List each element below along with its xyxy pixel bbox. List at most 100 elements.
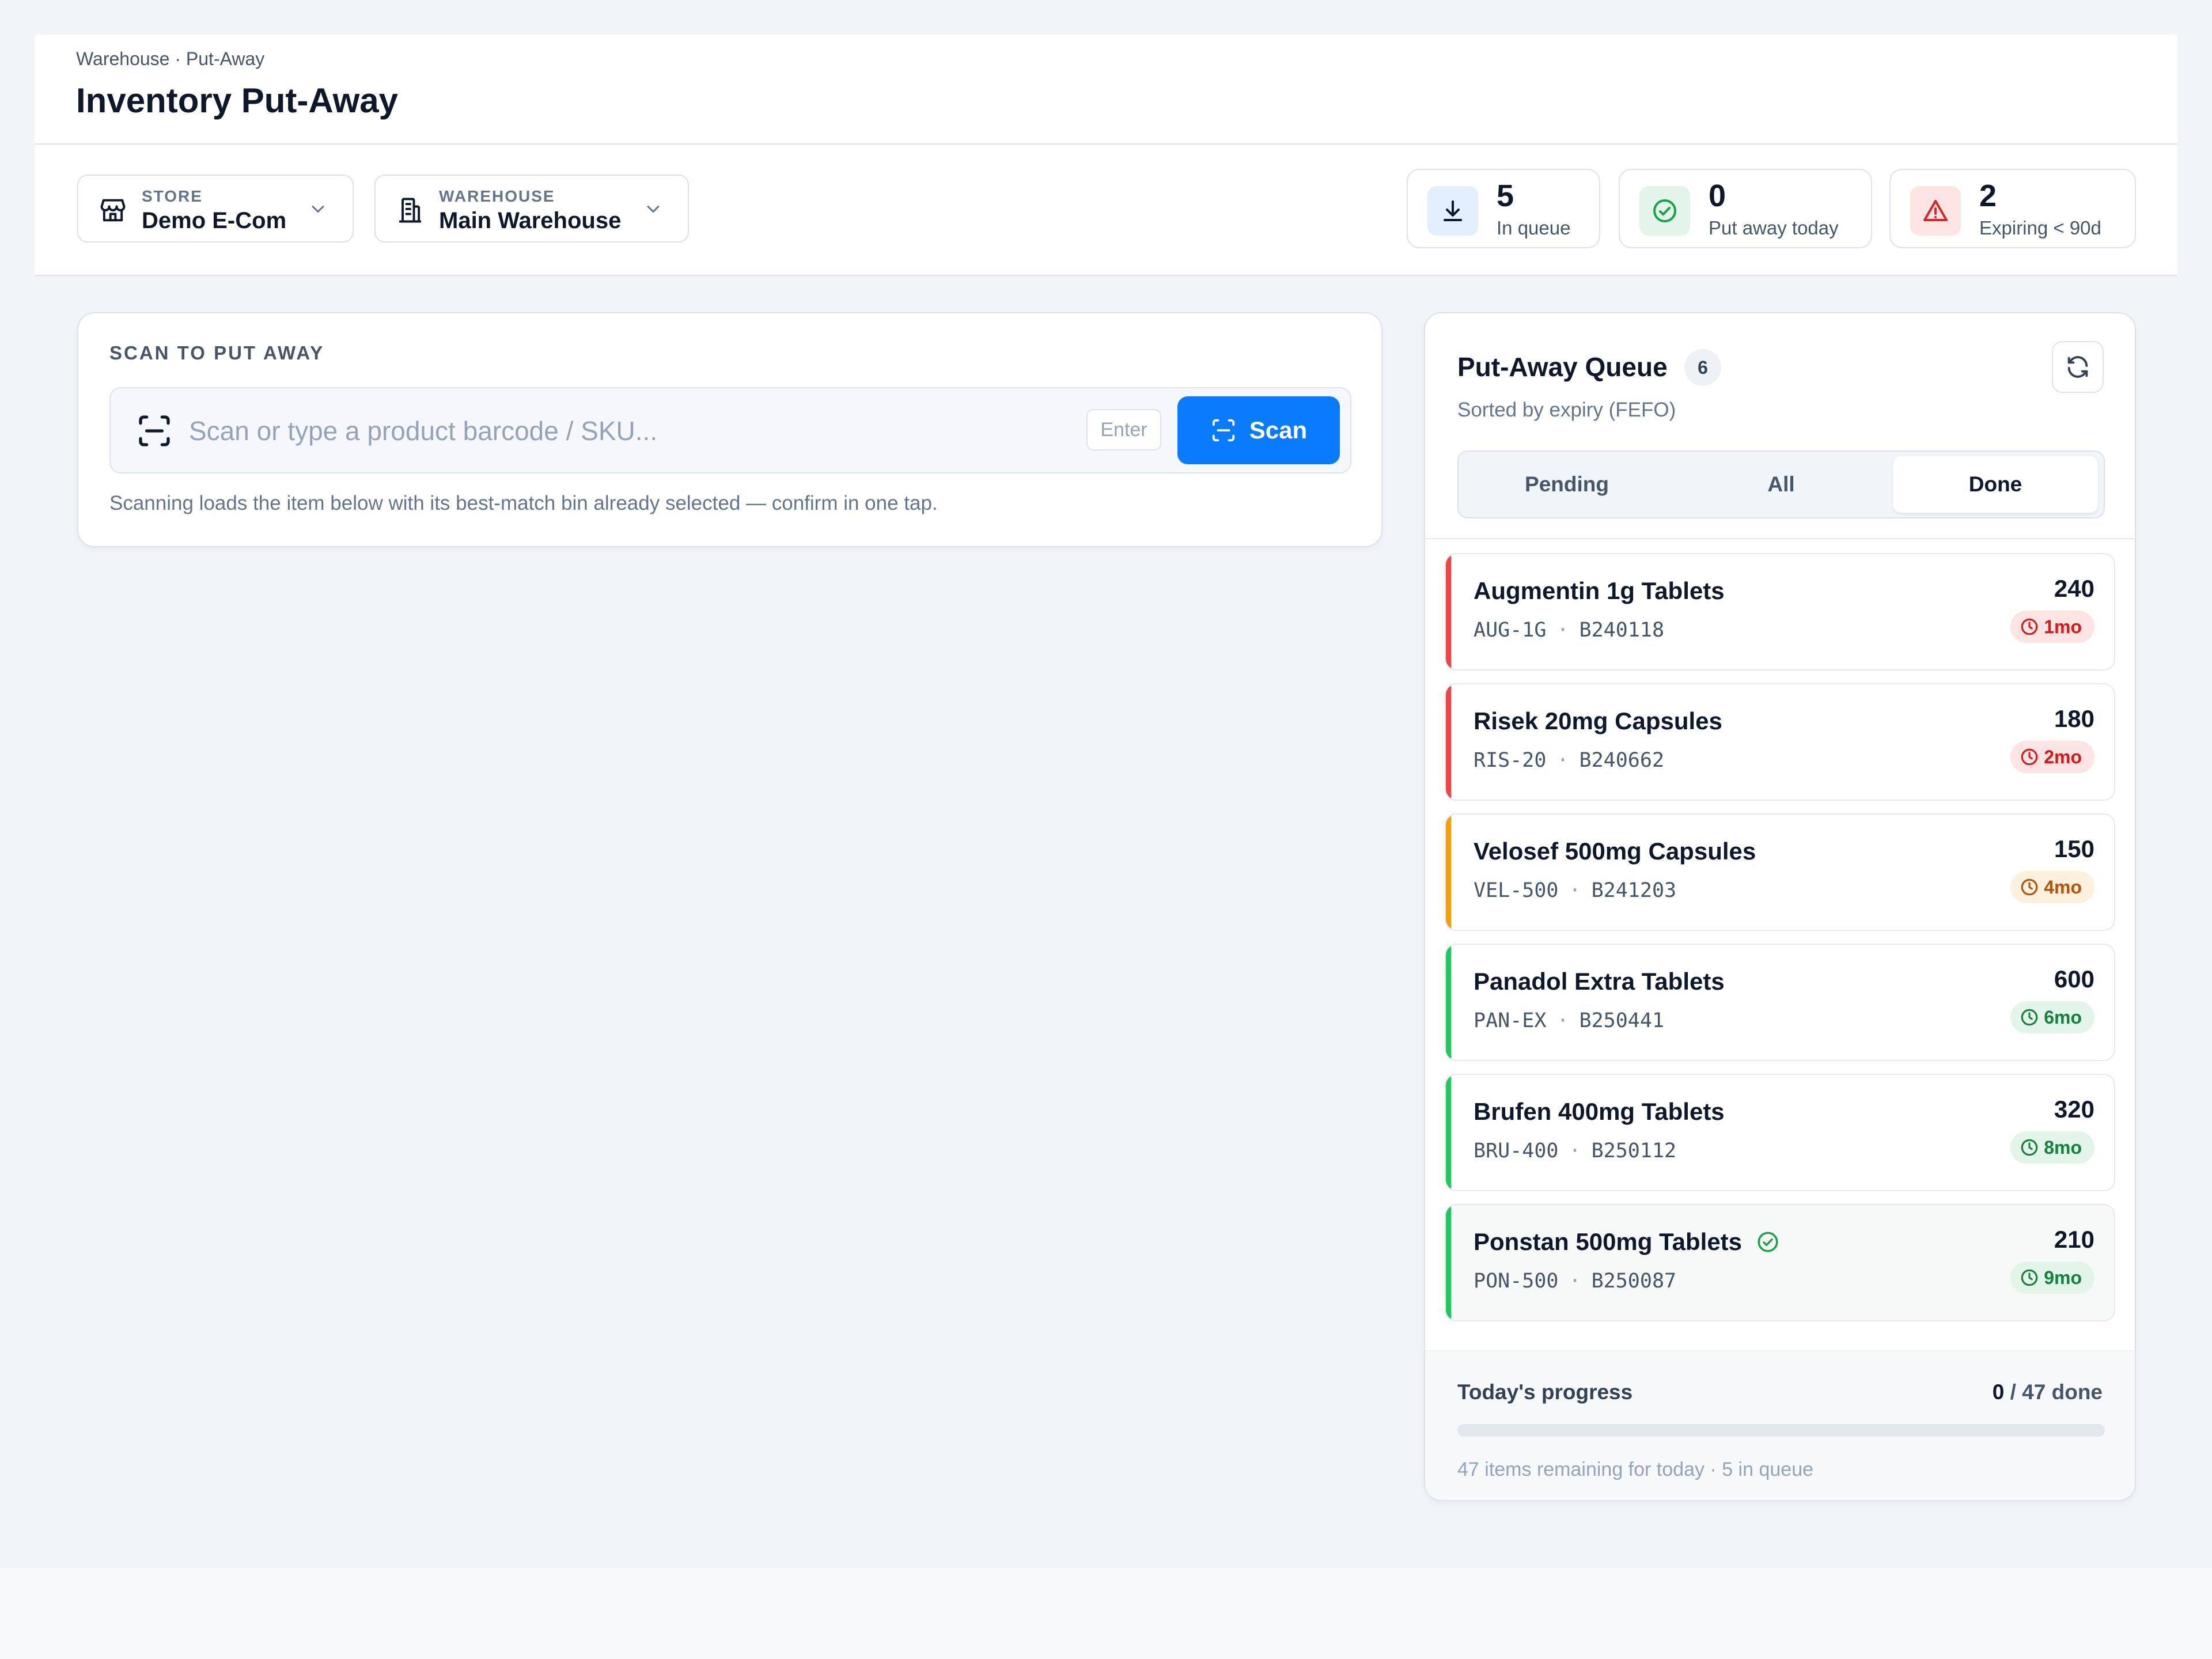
queue-item-name: Brufen 400mg Tablets [1474,1098,1725,1125]
expiry-status-bar [1446,684,1451,800]
queue-item-name: Risek 20mg Capsules [1474,707,1722,734]
check-circle-icon [1758,1232,1778,1252]
warehouse-label: WAREHOUSE [439,187,555,205]
stat-in-queue-value: 5 [1497,179,1514,213]
scan-button[interactable]: Scan [1177,396,1340,464]
queue-item-meta: BRU-400 · B250112 [1474,1139,1676,1162]
clock-icon [2021,1009,2038,1026]
queue-item-qty: 150 [2054,835,2094,862]
expiry-status-bar [1446,945,1451,1060]
queue-item-batch: B250441 [1579,1009,1665,1032]
enter-key-hint: Enter [1086,409,1161,450]
queue-item[interactable]: Velosef 500mg Capsules VEL-500 · B241203 150… [1445,813,2115,931]
queue-item-name-row: Risek 20mg Capsules [1474,707,1722,735]
queue-tabs: Pending All Done [1457,450,2105,518]
stat-expiring-value: 2 [1979,179,1997,213]
scan-title: SCAN TO PUT AWAY [109,342,325,363]
expiry-badge: 4mo [2010,871,2094,903]
store-label: STORE [142,187,203,205]
download-icon [1427,186,1478,236]
refresh-icon [2067,356,2088,378]
warehouse-select[interactable]: WAREHOUSE Main Warehouse [374,175,689,243]
queue-item-qty: 210 [2054,1226,2094,1253]
expiry-status-bar [1446,554,1451,669]
scan-button-label: Scan [1249,416,1308,444]
queue-item-name: Augmentin 1g Tablets [1474,577,1725,604]
stat-put-away-today: 0 Put away today [1619,169,1872,248]
app-root: Warehouse · Put-Away Inventory Put-Away … [0,0,2212,1568]
queue-item[interactable]: Augmentin 1g Tablets AUG-1G · B240118 240 1mo [1445,553,2115,671]
store-value: Demo E-Com [142,208,287,233]
barcode-input[interactable] [188,409,1054,453]
stat-expiring-label: Expiring < 90d [1979,217,2101,238]
queue-count-badge: 6 [1684,349,1721,386]
warehouse-value: Main Warehouse [439,208,622,233]
queue-item-name-row: Panadol Extra Tablets [1474,968,1725,995]
queue-item-batch: B240662 [1579,749,1665,772]
queue-item[interactable]: Brufen 400mg Tablets BRU-400 · B250112 320 8m… [1445,1074,2115,1191]
queue-item[interactable]: Ponstan 500mg Tablets PON-500 · B250087 210 9… [1445,1204,2115,1321]
queue-item-name: Ponstan 500mg Tablets [1474,1228,1743,1255]
separator-dot: · [1556,1009,1569,1032]
queue-item-meta: AUG-1G · B240118 [1474,619,1664,642]
queue-item-batch: B240118 [1579,619,1665,642]
progress-bar [1457,1424,2105,1437]
chevron-down-icon [647,206,660,213]
expiry-badge-label: 2mo [2044,746,2082,767]
breadcrumb: Warehouse · Put-Away [76,48,265,69]
expiry-badge-label: 6mo [2044,1006,2082,1028]
expiry-badge-label: 1mo [2044,616,2082,637]
separator-dot: · [1556,619,1569,642]
queue-item-batch: B250087 [1591,1270,1677,1293]
tab-done[interactable]: Done [1893,456,2098,513]
page-header: Warehouse · Put-Away Inventory Put-Away [35,35,2177,145]
stat-expiring: 2 Expiring < 90d [1889,169,2136,248]
expiry-badge: 9mo [2010,1262,2094,1294]
progress-total: / 47 done [2004,1380,2103,1404]
scan-card: SCAN TO PUT AWAY Enter Scan Scanning loa… [77,312,1382,547]
expiry-status-bar [1446,815,1451,930]
queue-item-meta: PAN-EX · B250441 [1474,1009,1664,1032]
queue-item-sku: BRU-400 [1474,1139,1559,1162]
tab-all[interactable]: All [1679,456,1884,513]
expiry-badge-label: 4mo [2044,876,2082,897]
scan-field: Enter Scan [109,387,1351,474]
queue-item-meta: VEL-500 · B241203 [1474,879,1676,902]
tab-pending[interactable]: Pending [1464,456,1669,513]
divider [1425,538,2135,539]
expiry-badge: 1mo [2010,611,2094,643]
store-select[interactable]: STORE Demo E-Com [77,175,354,243]
expiry-status-bar [1446,1205,1451,1320]
refresh-button[interactable] [2052,341,2104,393]
queue-item-name-row: Ponstan 500mg Tablets [1474,1228,1780,1256]
queue-item-name-row: Brufen 400mg Tablets [1474,1098,1725,1126]
toolbar: STORE Demo E-Com WAREHOUSE Main Warehous… [35,145,2177,276]
expiry-badge-label: 9mo [2044,1267,2082,1288]
queue-item-sku: AUG-1G [1474,619,1547,642]
queue-item-sku: PAN-EX [1474,1009,1547,1032]
scan-hint: Scanning loads the item below with its b… [109,492,938,514]
separator-dot: · [1569,1139,1581,1162]
queue-item-sku: RIS-20 [1474,749,1547,772]
queue-item-name: Velosef 500mg Capsules [1474,838,1756,865]
queue-item-qty: 240 [2054,575,2094,602]
queue-item[interactable]: Risek 20mg Capsules RIS-20 · B240662 180 2mo [1445,683,2115,801]
stat-in-queue: 5 In queue [1407,169,1600,248]
clock-icon [2021,748,2038,766]
stat-put-away-label: Put away today [1709,217,1839,238]
queue-item-meta: RIS-20 · B240662 [1474,749,1664,772]
progress-section: Today's progress 0 / 47 done 47 items re… [1425,1350,2135,1500]
queue-item-meta: PON-500 · B250087 [1474,1270,1676,1293]
page-title: Inventory Put-Away [76,81,399,120]
progress-note: 47 items remaining for today · 5 in queu… [1457,1459,1814,1480]
stat-put-away-value: 0 [1709,179,1726,213]
expiry-badge: 6mo [2010,1001,2094,1033]
chevron-down-icon [312,206,324,213]
queue-item-sku: VEL-500 [1474,879,1559,902]
queue-item[interactable]: Panadol Extra Tablets PAN-EX · B250441 600 6m… [1445,944,2115,1061]
queue-item-name-row: Augmentin 1g Tablets [1474,577,1725,605]
scan-icon [1212,419,1234,442]
expiry-status-bar [1446,1075,1451,1190]
expiry-badge: 2mo [2010,741,2094,773]
check-circle-icon [1639,186,1690,236]
